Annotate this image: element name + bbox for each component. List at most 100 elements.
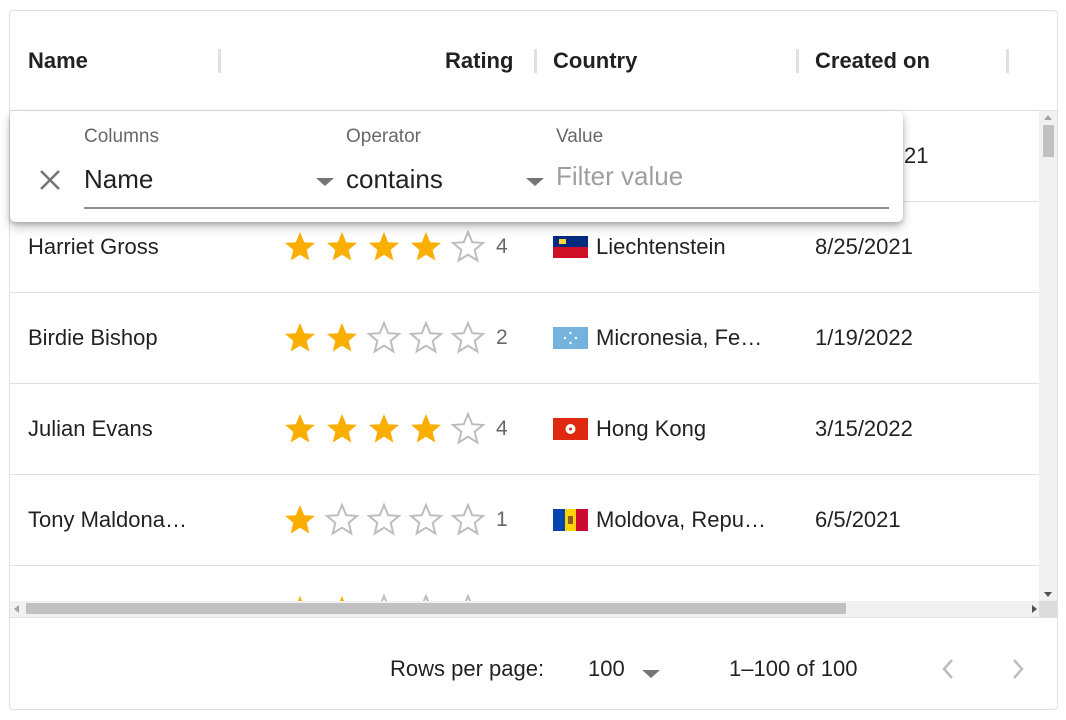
star-rating[interactable] [282, 502, 486, 538]
pagination-footer: Rows per page: 100 1–100 of 100 [10, 617, 1057, 709]
horizontal-scrollbar[interactable] [10, 601, 1041, 617]
cell-rating[interactable]: 2 [282, 293, 508, 383]
star-filled-icon [339, 596, 345, 601]
star-filled-icon [285, 232, 315, 261]
column-headers: Name Rating Country Created on [10, 11, 1057, 111]
vertical-scroll-thumb[interactable] [1043, 125, 1054, 157]
columns-select[interactable]: Name [84, 156, 336, 208]
column-header-name[interactable]: Name [28, 11, 88, 111]
star-rating[interactable] [282, 320, 486, 356]
cell-country: Hong Kong [553, 384, 706, 474]
scroll-down-arrow-icon[interactable] [1044, 592, 1052, 597]
column-header-label: Name [28, 48, 88, 73]
rows-per-page-label: Rows per page: [390, 656, 545, 681]
star-empty-icon [450, 229, 486, 263]
star-rating[interactable] [282, 411, 486, 447]
scroll-left-arrow-icon[interactable] [14, 605, 19, 613]
cell-name: Birdie Bishop [28, 325, 158, 350]
dropdown-arrow-icon [642, 670, 660, 678]
rating-value: 4 [496, 235, 508, 258]
star-empty-icon [366, 320, 402, 354]
star-filled-icon [369, 414, 399, 443]
cell-created-on: 6/5/2021 [815, 507, 901, 532]
cell-rating[interactable]: 4 [282, 384, 508, 474]
remove-filter-button[interactable] [36, 166, 64, 194]
dropdown-arrow-icon [526, 178, 544, 186]
star-filled-icon [327, 232, 357, 261]
star-empty-icon [408, 320, 444, 354]
rating-value: 1 [496, 508, 508, 531]
star-empty-icon [408, 502, 444, 536]
cell-country: Micronesia, Fe… [553, 293, 762, 383]
star-filled-icon [285, 505, 315, 534]
country-name: Micronesia, Fe… [596, 325, 763, 350]
column-header-label: Rating [445, 48, 514, 73]
vertical-scrollbar[interactable] [1039, 111, 1057, 601]
star-filled-icon [327, 323, 357, 352]
column-header-created-on[interactable]: Created on [815, 11, 930, 111]
column-resize-handle[interactable] [1006, 49, 1009, 73]
star-filled-icon [411, 232, 441, 261]
star-filled-icon [285, 414, 315, 443]
filter-value-input[interactable] [556, 161, 886, 192]
operator-label: Operator [346, 126, 421, 147]
column-resize-handle[interactable] [796, 49, 799, 73]
liechtenstein-flag-icon [553, 236, 588, 258]
moldova-flag-icon [553, 509, 588, 531]
column-header-rating[interactable]: Rating [445, 11, 513, 111]
columns-label: Columns [84, 126, 159, 147]
star-empty-icon [324, 502, 360, 536]
close-icon [40, 170, 60, 190]
star-empty-icon [380, 593, 388, 601]
column-header-label: Created on [815, 48, 930, 73]
country-name: Moldova, Repu… [596, 507, 766, 532]
horizontal-scroll-thumb[interactable] [26, 603, 846, 614]
column-header-country[interactable]: Country [553, 11, 637, 111]
scroll-right-arrow-icon[interactable] [1032, 605, 1037, 613]
column-resize-handle[interactable] [218, 49, 221, 73]
micronesia-flag-icon [553, 327, 588, 349]
star-filled-icon [327, 414, 357, 443]
cell-name: Julian Evans [28, 416, 153, 441]
dropdown-arrow-icon [316, 178, 334, 186]
cell-country: Moldova, Repu… [553, 475, 766, 565]
star-empty-icon [422, 593, 430, 601]
operator-select[interactable]: contains [346, 156, 546, 208]
cell-created-on: 21 [904, 143, 929, 168]
country-name: Hong Kong [596, 416, 707, 441]
star-rating[interactable] [282, 593, 486, 601]
scrollbar-corner [1039, 601, 1057, 617]
value-label: Value [556, 126, 604, 147]
star-filled-icon [411, 414, 441, 443]
filter-underline [84, 207, 889, 209]
star-empty-icon [366, 502, 402, 536]
country-name: Liechtenstein [596, 234, 726, 259]
chevron-right-icon [1013, 659, 1024, 679]
chevron-left-icon [942, 659, 953, 679]
rating-value: 2 [496, 326, 508, 349]
table-row[interactable]: Julian Evans 4 Hong Kong 3/15/2022 [10, 384, 1041, 475]
cell-rating[interactable] [282, 566, 496, 601]
table-row[interactable] [10, 566, 1041, 601]
hong-kong-flag-icon [553, 418, 588, 440]
pagination-range: 1–100 of 100 [729, 656, 858, 681]
column-resize-handle[interactable] [534, 49, 537, 73]
table-row[interactable]: Birdie Bishop 2 Micronesia, Fe… 1/19/2022 [10, 293, 1041, 384]
previous-page-button[interactable] [933, 652, 963, 686]
star-filled-icon [369, 232, 399, 261]
cell-rating[interactable]: 1 [282, 475, 508, 565]
star-empty-icon [450, 411, 486, 445]
star-empty-icon [450, 502, 486, 536]
star-filled-icon [297, 596, 303, 601]
star-rating[interactable] [282, 229, 486, 265]
rows-per-page-value: 100 [588, 656, 625, 681]
table-row[interactable]: Tony Maldona… 1 Moldova, Repu… 6/5/2021 [10, 475, 1041, 566]
operator-select-value: contains [346, 164, 443, 194]
rows-per-page-select[interactable]: 100 [585, 648, 665, 688]
columns-select-value: Name [84, 164, 154, 194]
column-header-label: Country [553, 48, 638, 73]
next-page-button[interactable] [1003, 652, 1033, 686]
star-filled-icon [285, 323, 315, 352]
star-empty-icon [450, 320, 486, 354]
scroll-up-arrow-icon[interactable] [1044, 115, 1052, 120]
